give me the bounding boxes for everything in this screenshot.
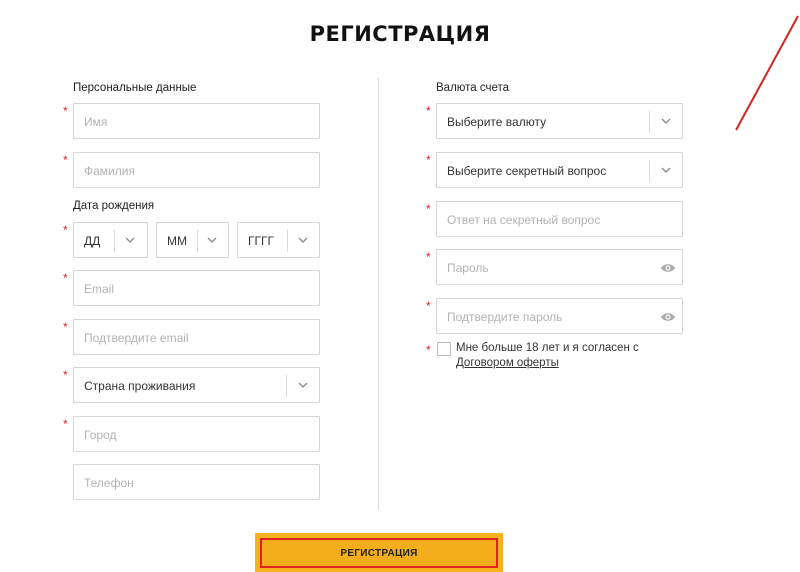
page-title: РЕГИСТРАЦИЯ — [309, 22, 491, 46]
required-mark: * — [426, 104, 431, 118]
email-placeholder: Email — [84, 282, 115, 296]
name-field[interactable]: Имя — [73, 103, 320, 139]
currency-select[interactable]: Выберите валюту — [436, 103, 683, 139]
chevron-down-icon — [298, 237, 308, 243]
select-separator — [114, 230, 115, 252]
select-separator — [649, 160, 650, 182]
secret-answer-placeholder: Ответ на секретный вопрос — [447, 213, 601, 227]
birth-date-label: Дата рождения — [73, 200, 155, 212]
password-placeholder: Пароль — [447, 261, 489, 275]
select-separator — [197, 230, 198, 252]
secret-answer-field[interactable]: Ответ на секретный вопрос — [436, 201, 683, 237]
eye-icon[interactable] — [660, 261, 676, 275]
surname-placeholder: Фамилия — [84, 164, 135, 178]
offer-agreement-link[interactable]: Договором оферты — [456, 357, 559, 369]
secret-question-value: Выберите секретный вопрос — [447, 164, 607, 178]
name-placeholder: Имя — [84, 115, 108, 129]
month-select[interactable]: ММ — [156, 222, 229, 258]
select-separator — [649, 111, 650, 133]
personal-data-label: Персональные данные — [73, 82, 197, 94]
chevron-down-icon — [661, 118, 671, 124]
day-select[interactable]: ДД — [73, 222, 148, 258]
secret-question-select[interactable]: Выберите секретный вопрос — [436, 152, 683, 188]
required-mark: * — [63, 223, 68, 237]
day-value: ДД — [84, 234, 101, 248]
register-button[interactable]: РЕГИСТРАЦИЯ — [260, 538, 498, 568]
required-mark: * — [426, 202, 431, 216]
required-mark: * — [63, 271, 68, 285]
confirm-password-placeholder: Подтвердите пароль — [447, 310, 563, 324]
agree-text: Мне больше 18 лет и я согласен с Договор… — [456, 341, 686, 371]
chevron-down-icon — [661, 167, 671, 173]
confirm-email-field[interactable]: Подтвердите email — [73, 319, 320, 355]
required-mark: * — [426, 153, 431, 167]
city-placeholder: Город — [84, 428, 117, 442]
country-value: Страна проживания — [84, 379, 196, 393]
required-mark: * — [63, 104, 68, 118]
month-value: ММ — [167, 234, 187, 248]
required-mark: * — [63, 417, 68, 431]
required-mark: * — [63, 153, 68, 167]
required-mark: * — [63, 368, 68, 382]
confirm-email-placeholder: Подтвердите email — [84, 331, 189, 345]
annotation-arrow — [735, 15, 799, 131]
year-value: ГГГГ — [248, 234, 274, 248]
city-field[interactable]: Город — [73, 416, 320, 452]
agree-checkbox[interactable] — [437, 342, 451, 356]
confirm-password-field[interactable]: Подтвердите пароль — [436, 298, 683, 334]
column-divider — [378, 78, 379, 510]
year-select[interactable]: ГГГГ — [237, 222, 320, 258]
email-field[interactable]: Email — [73, 270, 320, 306]
required-mark: * — [63, 320, 68, 334]
currency-value: Выберите валюту — [447, 115, 547, 129]
eye-icon[interactable] — [660, 310, 676, 324]
country-select[interactable]: Страна проживания — [73, 367, 320, 403]
chevron-down-icon — [125, 237, 135, 243]
surname-field[interactable]: Фамилия — [73, 152, 320, 188]
password-field[interactable]: Пароль — [436, 249, 683, 285]
phone-placeholder: Телефон — [84, 476, 134, 490]
select-separator — [286, 375, 287, 397]
chevron-down-icon — [298, 382, 308, 388]
select-separator — [287, 230, 288, 252]
required-mark: * — [426, 343, 431, 357]
phone-field[interactable]: Телефон — [73, 464, 320, 500]
required-mark: * — [426, 250, 431, 264]
chevron-down-icon — [207, 237, 217, 243]
required-mark: * — [426, 299, 431, 313]
agree-label: Мне больше 18 лет и я согласен с — [456, 342, 639, 354]
currency-label: Валюта счета — [436, 82, 510, 94]
